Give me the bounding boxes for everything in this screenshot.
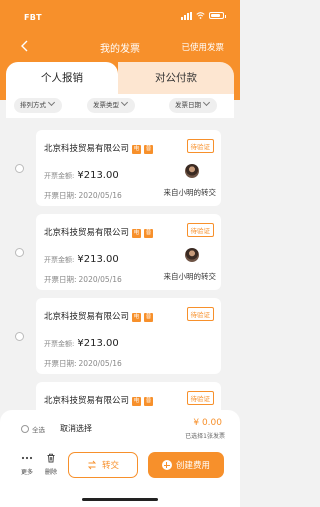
company-name: 北京科技贸易有限公司电普 bbox=[44, 396, 154, 406]
electronic-tag: 电 bbox=[132, 145, 142, 154]
chevron-down-icon bbox=[47, 98, 56, 107]
invoice-date: 开票日期: 2020/05/16 bbox=[44, 359, 122, 368]
bottom-action-panel: 全选 取消选择 ¥ 0.00 已选择1张发票 更多 删除 转交 创建费用 bbox=[0, 410, 240, 507]
select-all-toggle[interactable]: 全选 bbox=[21, 424, 45, 434]
sort-filter-label: 排列方式 bbox=[20, 101, 46, 109]
invoice-type-filter-label: 发票类型 bbox=[93, 101, 119, 109]
status-badge: 待验证 bbox=[186, 391, 214, 405]
signal-icon bbox=[181, 11, 192, 20]
invoice-amount: 开票金额: ¥213.00 bbox=[44, 170, 119, 181]
trash-icon bbox=[47, 453, 55, 463]
electronic-tag: 电 bbox=[132, 313, 142, 322]
status-bar: FBT bbox=[0, 0, 240, 32]
invoice-date-filter[interactable]: 发票日期 bbox=[169, 98, 217, 113]
filter-bar: 排列方式 发票类型 发票日期 bbox=[6, 94, 234, 118]
invoice-select-radio[interactable] bbox=[15, 164, 24, 173]
carrier-name: FBT bbox=[24, 13, 42, 22]
general-tag: 普 bbox=[144, 229, 154, 238]
sort-filter[interactable]: 排列方式 bbox=[14, 98, 62, 113]
tab-personal-reimbursement[interactable]: 个人报销 bbox=[6, 62, 118, 94]
more-icon bbox=[21, 456, 33, 460]
invoice-card[interactable]: 北京科技贸易有限公司电普 待验证 开票金额: ¥213.00 开票日期: 2020/… bbox=[36, 298, 221, 374]
invoice-card[interactable]: 北京科技贸易有限公司电普 待验证 开票金额: ¥213.00 开票日期: 2020/… bbox=[36, 214, 221, 290]
cancel-selection-button[interactable]: 取消选择 bbox=[60, 423, 92, 434]
invoice-date: 开票日期: 2020/05/16 bbox=[44, 191, 122, 200]
transfer-source: 来自小明的转交 bbox=[163, 272, 217, 281]
chevron-down-icon bbox=[120, 98, 129, 107]
invoice-amount: 开票金额: ¥213.00 bbox=[44, 254, 119, 265]
status-badge: 待验证 bbox=[186, 139, 214, 153]
home-indicator bbox=[82, 498, 158, 501]
electronic-tag: 电 bbox=[132, 229, 142, 238]
used-invoices-link[interactable]: 已使用发票 bbox=[181, 41, 224, 53]
company-name: 北京科技贸易有限公司电普 bbox=[44, 312, 154, 322]
more-button[interactable]: 更多 bbox=[17, 453, 37, 476]
status-icons bbox=[181, 11, 226, 20]
general-tag: 普 bbox=[144, 397, 154, 406]
select-all-label: 全选 bbox=[32, 426, 45, 434]
general-tag: 普 bbox=[144, 145, 154, 154]
more-label: 更多 bbox=[20, 469, 33, 476]
selected-count: 已选择1张发票 bbox=[185, 433, 225, 440]
tab-corporate-payment[interactable]: 对公付款 bbox=[118, 62, 234, 94]
avatar bbox=[185, 164, 199, 178]
transfer-source: 来自小明的转交 bbox=[163, 188, 217, 197]
nav-bar: 我的发票 已使用发票 bbox=[0, 36, 240, 58]
transfer-label: 转交 bbox=[101, 461, 119, 471]
company-name: 北京科技贸易有限公司电普 bbox=[44, 228, 154, 238]
invoice-type-filter[interactable]: 发票类型 bbox=[87, 98, 135, 113]
delete-label: 删除 bbox=[44, 469, 57, 476]
invoice-date: 开票日期: 2020/05/16 bbox=[44, 275, 122, 284]
electronic-tag: 电 bbox=[132, 397, 142, 406]
avatar bbox=[185, 248, 199, 262]
invoice-select-radio[interactable] bbox=[15, 332, 24, 341]
transfer-button[interactable]: 转交 bbox=[68, 452, 138, 478]
create-expense-label: 创建费用 bbox=[175, 461, 210, 471]
selected-total: ¥ 0.00 bbox=[193, 418, 222, 428]
status-badge: 待验证 bbox=[186, 223, 214, 237]
battery-icon bbox=[209, 12, 226, 19]
chevron-down-icon bbox=[202, 98, 211, 107]
invoice-amount: 开票金额: ¥213.00 bbox=[44, 338, 119, 349]
invoice-date-filter-label: 发票日期 bbox=[175, 101, 201, 109]
create-expense-button[interactable]: 创建费用 bbox=[148, 452, 224, 478]
radio-icon bbox=[21, 425, 29, 433]
invoice-select-radio[interactable] bbox=[15, 248, 24, 257]
transfer-icon bbox=[87, 460, 97, 470]
general-tag: 普 bbox=[144, 313, 154, 322]
company-name: 北京科技贸易有限公司电普 bbox=[44, 144, 154, 154]
tab-bar: 个人报销 对公付款 bbox=[6, 62, 234, 94]
plus-icon bbox=[161, 460, 172, 470]
delete-button[interactable]: 删除 bbox=[41, 453, 61, 476]
wifi-icon bbox=[196, 12, 205, 19]
status-badge: 待验证 bbox=[186, 307, 214, 321]
invoice-card[interactable]: 北京科技贸易有限公司电普 待验证 开票金额: ¥213.00 开票日期: 2020/… bbox=[36, 130, 221, 206]
